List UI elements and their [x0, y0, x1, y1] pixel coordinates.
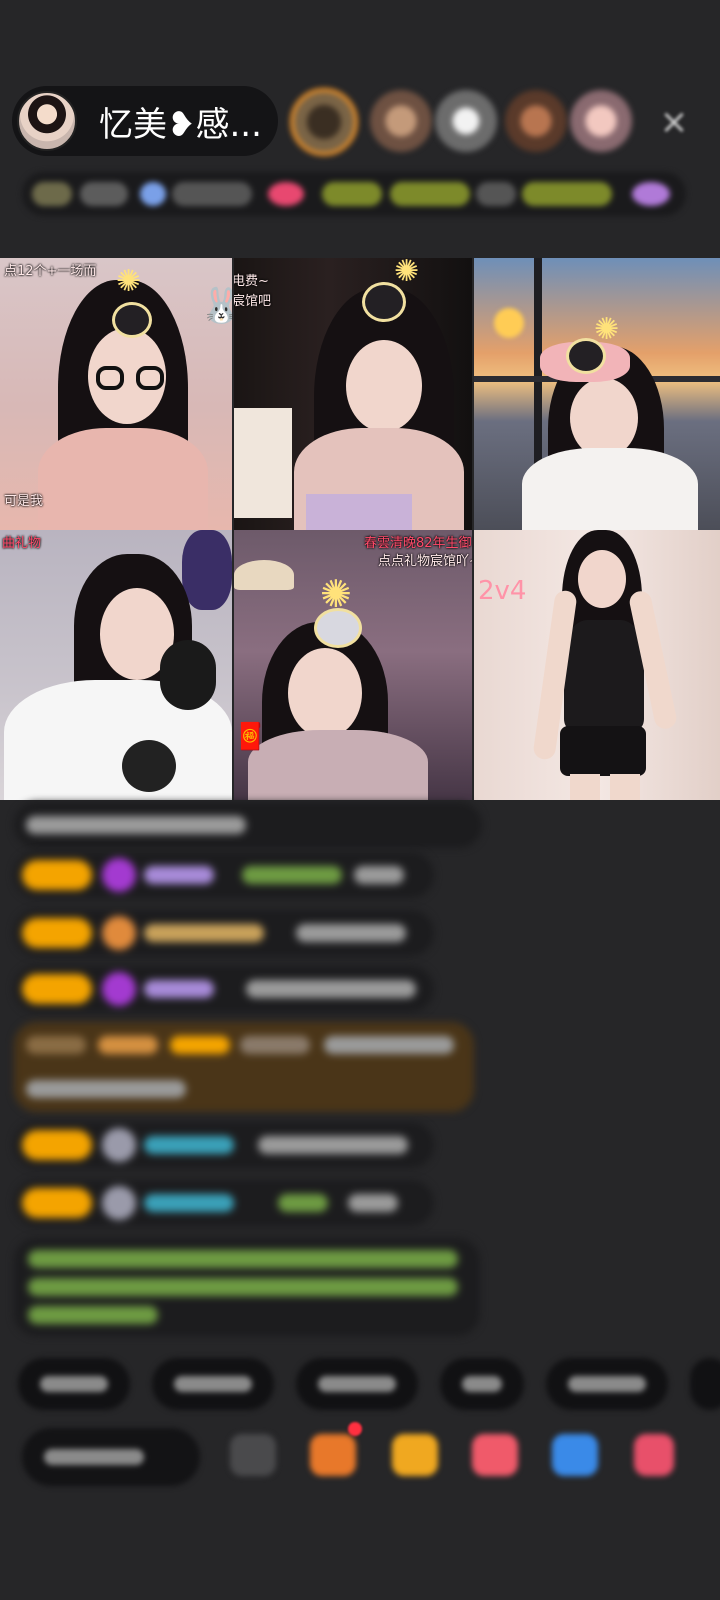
gift-icon[interactable]: [634, 1434, 674, 1476]
chat-message[interactable]: [14, 852, 434, 898]
stream-info-bar[interactable]: [22, 172, 686, 216]
mascot-sticker-icon: 🧧: [234, 722, 267, 752]
chat-message[interactable]: [14, 802, 482, 848]
quick-reply-button[interactable]: [296, 1358, 418, 1410]
overlay-text: 点12个+一场而: [4, 264, 97, 279]
host-avatar[interactable]: [17, 91, 77, 151]
video-tile[interactable]: [474, 530, 720, 800]
host-name: 忆美❥感...: [99, 104, 262, 145]
video-tile[interactable]: ✺ 电费~ 宸馆吧: [234, 258, 472, 530]
chat-message-highlight[interactable]: [14, 1022, 474, 1112]
host-info-pill[interactable]: 忆美❥感...: [12, 86, 278, 156]
viewer-avatar[interactable]: [290, 88, 358, 156]
video-tile[interactable]: ✺ 🐰 点12个+一场而 可是我: [0, 258, 232, 530]
lamp: [234, 408, 292, 518]
bunny-sticker-icon: 🐰: [200, 286, 232, 326]
quick-reply-button[interactable]: [152, 1358, 274, 1410]
sparkle-icon: ✺: [594, 312, 620, 347]
quick-reply-button[interactable]: [690, 1358, 720, 1410]
sparkle-icon: ✺: [116, 264, 142, 299]
chat-message[interactable]: [14, 1122, 434, 1168]
top-garment: [306, 494, 412, 530]
chat-message[interactable]: [14, 966, 434, 1012]
lace-top: [564, 620, 644, 730]
close-icon[interactable]: ×: [648, 96, 700, 148]
viewer-avatar[interactable]: [505, 90, 567, 152]
red-packet-icon[interactable]: [472, 1434, 518, 1476]
viewer-avatar[interactable]: [435, 90, 497, 152]
mickey-print-icon: [122, 740, 176, 792]
video-tile[interactable]: ✺: [474, 258, 720, 530]
pumpkin-sticker-icon: [112, 302, 152, 338]
sun: [494, 308, 524, 338]
video-tile[interactable]: 曲礼物: [0, 530, 232, 800]
viewer-avatar[interactable]: [370, 90, 432, 152]
gift-box-icon[interactable]: [310, 1434, 356, 1476]
chat-message[interactable]: [14, 910, 434, 956]
pk-tag: 2v4: [478, 576, 527, 606]
overlay-text: 曲礼物: [2, 536, 42, 551]
viewer-avatar[interactable]: [570, 90, 632, 152]
shorts: [560, 726, 646, 776]
overlay-text: 可是我: [4, 494, 44, 509]
video-tile[interactable]: ✺ 🧧 春雲清晚82年生御 点点礼物宸馆吖~: [234, 530, 472, 800]
overlay-text: 点点礼物宸馆吖~: [378, 554, 472, 569]
chat-input[interactable]: [22, 1428, 200, 1486]
quick-reply-button[interactable]: [18, 1358, 130, 1410]
share-icon[interactable]: [552, 1434, 598, 1476]
chat-message[interactable]: [14, 1180, 434, 1226]
overlay-text: 春雲清晚82年生御: [364, 536, 472, 551]
microphone-icon: [160, 640, 216, 710]
flower-decor: [182, 530, 232, 610]
emoji-icon[interactable]: [230, 1434, 276, 1476]
quick-reply-button[interactable]: [546, 1358, 668, 1410]
sparkle-icon: ✺: [394, 258, 420, 289]
fan-club-icon[interactable]: [392, 1434, 438, 1476]
system-notice: [14, 1238, 480, 1336]
notification-dot: [348, 1422, 362, 1436]
quick-reply-button[interactable]: [440, 1358, 524, 1410]
overlay-text: 宸馆吧: [234, 294, 272, 309]
overlay-text: 电费~: [234, 274, 269, 289]
lamp: [234, 560, 294, 590]
sparkle-icon: ✺: [320, 572, 352, 616]
